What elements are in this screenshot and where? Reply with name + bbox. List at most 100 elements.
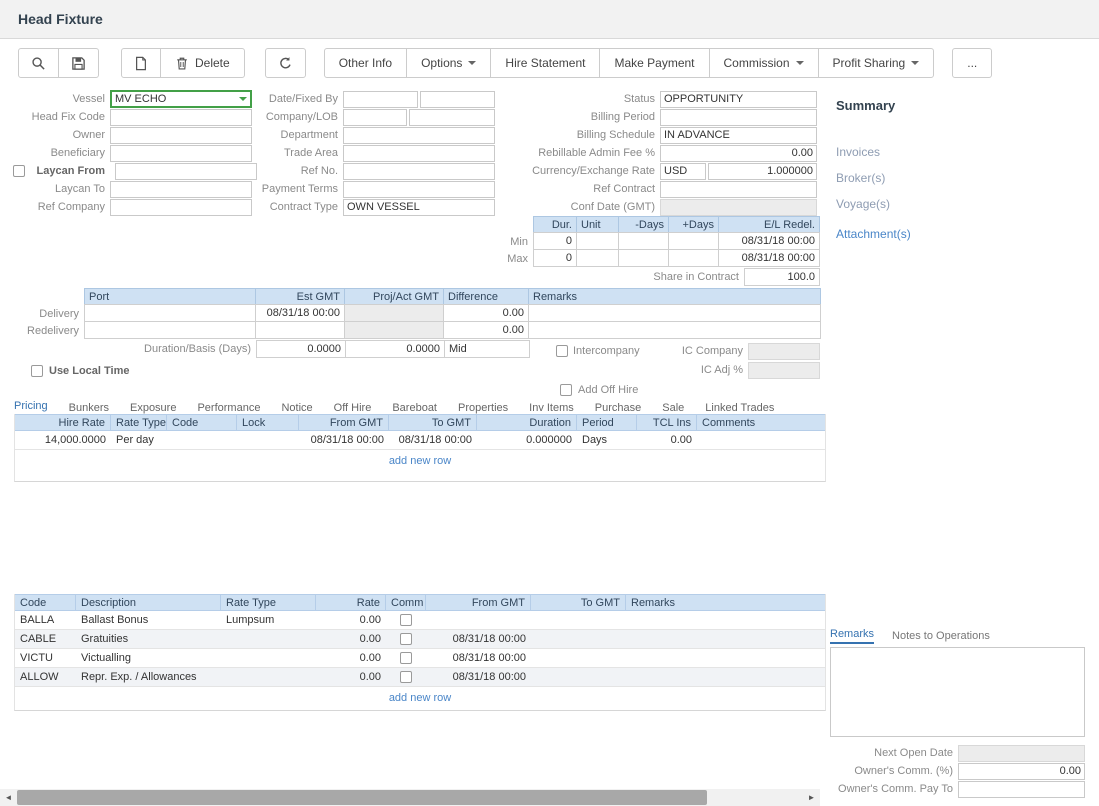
rate-cell[interactable]: 0.00 — [316, 611, 386, 629]
head-fix-code-field[interactable] — [110, 109, 252, 126]
ref-company-field[interactable] — [110, 199, 252, 216]
duration-v1-cell[interactable]: 0.0000 — [256, 340, 346, 358]
next-open-date-field[interactable] — [958, 745, 1085, 762]
tcl-ins-cell[interactable]: 0.00 — [637, 431, 697, 449]
profit-sharing-button[interactable]: Profit Sharing — [818, 48, 935, 78]
to-gmt-cell[interactable] — [531, 668, 626, 686]
comm-checkbox[interactable] — [400, 652, 412, 664]
status-field[interactable]: OPPORTUNITY — [660, 91, 817, 108]
duration-cell[interactable]: 0.000000 — [477, 431, 577, 449]
min-minus-days-cell[interactable] — [618, 232, 669, 250]
max-minus-days-cell[interactable] — [618, 249, 669, 267]
hire-rate-cell[interactable]: 14,000.0000 — [15, 431, 111, 449]
summary-link-attachments[interactable]: Attachment(s) — [836, 227, 1076, 241]
billing-period-field[interactable] — [660, 109, 817, 126]
from-gmt-cell[interactable]: 08/31/18 00:00 — [426, 649, 531, 667]
delivery-proj-act-cell[interactable] — [344, 304, 444, 322]
rate-type-cell[interactable]: Per day — [111, 431, 167, 449]
min-dur-cell[interactable]: 0 — [533, 232, 577, 250]
currency-field[interactable]: USD — [660, 163, 706, 180]
payment-terms-field[interactable] — [343, 181, 495, 198]
hire-statement-button[interactable]: Hire Statement — [490, 48, 600, 78]
tab-notes-to-operations[interactable]: Notes to Operations — [892, 630, 990, 644]
comm-checkbox[interactable] — [400, 614, 412, 626]
charge-row-cable[interactable]: CABLE Gratuities 0.00 08/31/18 00:00 — [15, 630, 825, 649]
date-field[interactable] — [343, 91, 418, 108]
rate-type-cell[interactable] — [221, 668, 316, 686]
code-cell[interactable]: BALLA — [15, 611, 76, 629]
summary-link-brokers[interactable]: Broker(s) — [836, 171, 1076, 185]
trade-area-field[interactable] — [343, 145, 495, 162]
code-cell[interactable]: CABLE — [15, 630, 76, 648]
max-el-redel-cell[interactable]: 08/31/18 00:00 — [718, 249, 820, 267]
description-cell[interactable]: Ballast Bonus — [76, 611, 221, 629]
to-gmt-cell[interactable]: 08/31/18 00:00 — [389, 431, 477, 449]
rate-type-cell[interactable] — [221, 630, 316, 648]
other-info-button[interactable]: Other Info — [324, 48, 407, 78]
from-gmt-cell[interactable] — [426, 611, 531, 629]
billing-schedule-field[interactable]: IN ADVANCE — [660, 127, 817, 144]
vessel-select[interactable]: MV ECHO — [110, 90, 252, 108]
max-unit-cell[interactable] — [576, 249, 619, 267]
max-dur-cell[interactable]: 0 — [533, 249, 577, 267]
charge-row-balla[interactable]: BALLA Ballast Bonus Lumpsum 0.00 — [15, 611, 825, 630]
code-cell[interactable]: VICTU — [15, 649, 76, 667]
laycan-from-checkbox[interactable] — [13, 165, 25, 177]
tab-remarks[interactable]: Remarks — [830, 628, 874, 644]
period-cell[interactable]: Days — [577, 431, 637, 449]
redelivery-proj-act-cell[interactable] — [344, 321, 444, 339]
min-unit-cell[interactable] — [576, 232, 619, 250]
lock-cell[interactable] — [237, 431, 299, 449]
exchange-rate-field[interactable]: 1.000000 — [708, 163, 817, 180]
max-plus-days-cell[interactable] — [668, 249, 719, 267]
save-button[interactable] — [58, 48, 99, 78]
lob-field[interactable] — [409, 109, 495, 126]
to-gmt-cell[interactable] — [531, 611, 626, 629]
refresh-button[interactable] — [265, 48, 306, 78]
remarks-cell[interactable] — [626, 630, 827, 648]
owner-field[interactable] — [110, 127, 252, 144]
delivery-difference-cell[interactable]: 0.00 — [443, 304, 529, 322]
rate-type-cell[interactable] — [221, 649, 316, 667]
remarks-cell[interactable] — [626, 668, 827, 686]
scroll-right-button[interactable]: ► — [803, 789, 820, 806]
rate-cell[interactable]: 0.00 — [316, 630, 386, 648]
ic-company-field[interactable] — [748, 343, 820, 360]
new-document-button[interactable] — [121, 48, 161, 78]
pricing-row[interactable]: 14,000.0000 Per day 08/31/18 00:00 08/31… — [15, 431, 825, 450]
redelivery-est-gmt-cell[interactable] — [255, 321, 345, 339]
options-button[interactable]: Options — [406, 48, 491, 78]
owners-comm-pay-to-field[interactable] — [958, 781, 1085, 798]
owners-comm-field[interactable]: 0.00 — [958, 763, 1085, 780]
commission-button[interactable]: Commission — [709, 48, 819, 78]
delivery-port-cell[interactable] — [84, 304, 256, 322]
laycan-to-field[interactable] — [110, 181, 252, 198]
scroll-thumb[interactable] — [17, 790, 707, 805]
share-in-contract-cell[interactable]: 100.0 — [744, 268, 820, 286]
beneficiary-field[interactable] — [110, 145, 252, 162]
min-el-redel-cell[interactable]: 08/31/18 00:00 — [718, 232, 820, 250]
description-cell[interactable]: Victualling — [76, 649, 221, 667]
contract-type-field[interactable]: OWN VESSEL — [343, 199, 495, 216]
intercompany-checkbox[interactable] — [556, 345, 568, 357]
scroll-left-button[interactable]: ◄ — [0, 789, 17, 806]
redelivery-remarks-cell[interactable] — [528, 321, 821, 339]
comments-cell[interactable] — [697, 431, 827, 449]
remarks-textarea[interactable] — [830, 647, 1085, 737]
delete-button[interactable]: Delete — [160, 48, 245, 78]
conf-date-field[interactable] — [660, 199, 817, 216]
fixed-by-field[interactable] — [420, 91, 495, 108]
department-field[interactable] — [343, 127, 495, 144]
min-plus-days-cell[interactable] — [668, 232, 719, 250]
rebillable-admin-fee-field[interactable]: 0.00 — [660, 145, 817, 162]
rate-cell[interactable]: 0.00 — [316, 668, 386, 686]
rate-type-cell[interactable]: Lumpsum — [221, 611, 316, 629]
charges-add-new-row-link[interactable]: add new row — [15, 687, 825, 709]
from-gmt-cell[interactable]: 08/31/18 00:00 — [299, 431, 389, 449]
remarks-cell[interactable] — [626, 611, 827, 629]
summary-link-invoices[interactable]: Invoices — [836, 145, 1076, 159]
summary-link-voyages[interactable]: Voyage(s) — [836, 197, 1076, 211]
delivery-est-gmt-cell[interactable]: 08/31/18 00:00 — [255, 304, 345, 322]
company-field[interactable] — [343, 109, 407, 126]
horizontal-scrollbar[interactable]: ◄ ► — [0, 789, 820, 806]
